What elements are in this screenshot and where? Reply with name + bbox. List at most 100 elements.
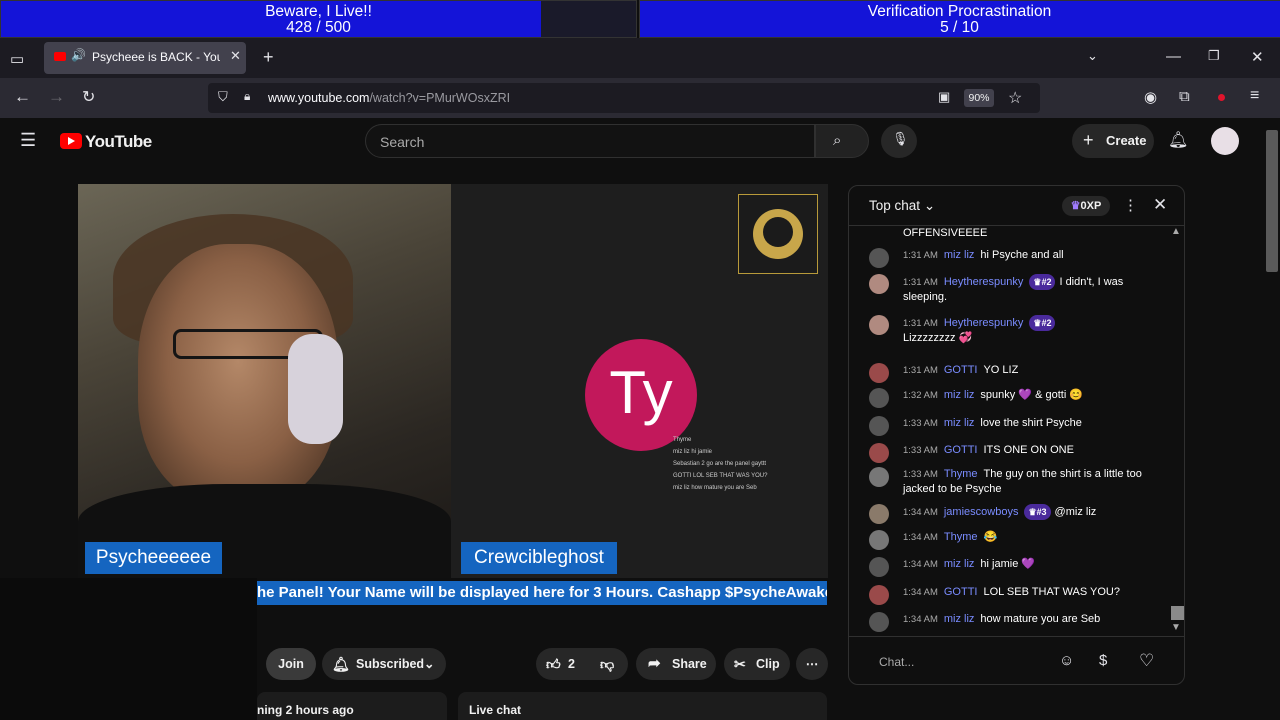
chevron-down-icon: ⌄ <box>424 657 435 671</box>
name-label-left: Psycheeeeee <box>85 542 222 574</box>
share-button[interactable]: ➦ Share <box>636 648 716 680</box>
avatar[interactable] <box>869 315 889 335</box>
avatar[interactable] <box>869 557 889 577</box>
ticker-banner: he Panel! Your Name will be displayed he… <box>257 581 827 605</box>
account-icon[interactable]: ◉ <box>1144 88 1157 106</box>
clip-button[interactable]: ✂ Clip <box>724 648 790 680</box>
url-path: /watch?v=PMurWOsxZRI <box>369 91 511 105</box>
name-label-right: Crewcibleghost <box>461 542 617 574</box>
headset <box>288 334 343 444</box>
tab-list-icon[interactable]: ⌄ <box>1087 48 1098 64</box>
url-bar[interactable]: ⛉ 🔒︎ www.youtube.com/watch?v=PMurWOsxZRI… <box>208 83 1040 113</box>
avatar[interactable] <box>869 416 889 436</box>
member-badge: ♛#3 <box>1024 504 1051 520</box>
speaker-icon[interactable]: 🔊 <box>71 48 86 62</box>
goal-bar-left: Beware, I Live!! 428 / 500 <box>0 0 637 38</box>
thumbs-up-icon: 👍︎ <box>546 656 561 672</box>
cat-logo-icon <box>738 194 818 274</box>
search-button[interactable]: ⌕ <box>815 124 869 158</box>
app-menu-icon[interactable]: ≡ <box>1250 87 1259 105</box>
new-tab-icon[interactable]: + <box>263 47 274 68</box>
extensions-icon[interactable]: ⧉ <box>1179 88 1190 105</box>
avatar[interactable] <box>869 363 889 383</box>
browser-tab[interactable]: 🔊 Psycheee is BACK - YouTube ✕ <box>44 42 246 74</box>
thumbs-down-icon[interactable]: 👎︎ <box>600 648 614 680</box>
browser-nav-bar: ← → ↻ ⛉ 🔒︎ www.youtube.com/watch?v=PMurW… <box>0 78 1280 118</box>
youtube-logo-text: YouTube <box>85 132 152 151</box>
bell-icon: 🔔︎ <box>332 656 350 672</box>
chat-message: 1:32 AM miz liz spunky 💜 & gotti 😊 <box>869 388 1159 408</box>
super-chat-icon[interactable]: $ <box>1099 652 1107 669</box>
image-icon[interactable]: ▣ <box>938 89 950 105</box>
like-button[interactable]: 👍︎ 2 👎︎ <box>536 648 628 680</box>
chat-scrollbar-thumb[interactable] <box>1171 606 1184 620</box>
tab-close-icon[interactable]: ✕ <box>230 48 241 64</box>
goal-bar-right: Verification Procrastination 5 / 10 <box>639 0 1280 38</box>
minimize-icon[interactable]: — <box>1166 48 1181 65</box>
chat-message: 1:33 AM GOTTI ITS ONE ON ONE <box>869 443 1159 463</box>
avatar[interactable] <box>869 388 889 408</box>
zoom-badge[interactable]: 90% <box>964 89 994 107</box>
youtube-favicon-icon <box>54 52 66 61</box>
plus-icon: + <box>1083 130 1094 150</box>
avatar[interactable] <box>869 274 889 294</box>
chat-scroll-up-icon[interactable]: ▲ <box>1171 226 1181 237</box>
page-scrollbar[interactable] <box>1264 118 1280 720</box>
streaming-info: ning 2 hours ago <box>257 692 447 720</box>
lock-icon[interactable]: 🔒︎ <box>244 89 250 104</box>
avatar[interactable] <box>869 443 889 463</box>
youtube-header: ☰ YouTube Search ⌕ 🎙︎ + Create 🔔︎ <box>0 118 1264 164</box>
emoji-icon[interactable]: ☺ <box>1059 652 1074 669</box>
chat-close-icon[interactable]: ✕ <box>1153 195 1167 215</box>
notifications-bell-icon[interactable]: 🔔︎ <box>1168 130 1188 150</box>
video-player[interactable]: Ty Thyme miz liz hi jamie Sebastian 2 go… <box>78 184 828 578</box>
forward-icon[interactable]: → <box>48 87 65 107</box>
chat-message: 1:31 AM Heytherespunky ♛#2 I didn't, I was … <box>869 274 1159 304</box>
join-button[interactable]: Join <box>266 648 316 680</box>
page-scrollbar-thumb[interactable] <box>1266 130 1278 272</box>
chat-message-list[interactable]: OFFENSIVEEEE 1:31 AM miz liz hi Psyche and… <box>849 226 1169 634</box>
create-button[interactable]: + Create <box>1072 124 1154 158</box>
avatar[interactable] <box>869 504 889 524</box>
chat-message: 1:34 AM jamiescowboys ♛#3 @miz liz <box>869 504 1159 524</box>
extension-red-icon[interactable] <box>1218 94 1225 101</box>
chat-message: 1:33 AM Thyme The guy on the shirt is a li… <box>869 467 1159 496</box>
bookmark-star-icon[interactable]: ☆ <box>1008 88 1022 108</box>
share-icon: ➦ <box>648 655 661 672</box>
search-input[interactable]: Search <box>365 124 815 158</box>
chat-menu-icon[interactable]: ⋮ <box>1123 196 1138 214</box>
avatar[interactable] <box>1211 127 1239 155</box>
subscribed-button[interactable]: 🔔︎ Subscribed ⌄ <box>322 648 446 680</box>
heart-icon[interactable]: ♡ <box>1139 651 1154 671</box>
chat-message: 1:34 AM Thyme 😂 <box>869 530 1159 550</box>
top-chat-dropdown[interactable]: Top chat ⌄ <box>869 198 935 214</box>
tab-overview-icon[interactable]: ▭ <box>10 50 24 68</box>
hamburger-menu-icon[interactable]: ☰ <box>20 130 36 151</box>
voice-search-button[interactable]: 🎙︎ <box>881 124 917 158</box>
window-close-icon[interactable]: ✕ <box>1251 48 1264 66</box>
restore-icon[interactable]: ❐ <box>1208 48 1220 64</box>
avatar[interactable] <box>869 248 889 268</box>
browser-tab-bar: ▭ 🔊 Psycheee is BACK - YouTube ✕ + ⌄ — ❐… <box>0 38 1280 78</box>
url-text[interactable]: www.youtube.com/watch?v=PMurWOsxZRI <box>268 91 510 105</box>
chat-footer: Chat... ☺ $ ♡ <box>849 636 1184 684</box>
chat-message: 1:33 AM miz liz love the shirt Psyche <box>869 416 1159 436</box>
chat-scroll-down-icon[interactable]: ▼ <box>1171 622 1181 633</box>
back-icon[interactable]: ← <box>14 87 31 107</box>
url-host: www.youtube.com <box>268 91 370 105</box>
live-chat-replay-tab[interactable]: Live chat <box>458 692 827 720</box>
member-badge: ♛#2 <box>1029 315 1056 331</box>
avatar[interactable] <box>869 530 889 550</box>
chat-message: 1:31 AM Heytherespunky ♛#2 Lizzzzzzzz 💞 <box>869 315 1159 345</box>
avatar[interactable] <box>869 467 889 487</box>
avatar[interactable] <box>869 585 889 605</box>
live-chat-panel: Top chat ⌄ ♛0XP ⋮ ✕ OFFENSIVEEEE 1:31 AM… <box>848 185 1185 685</box>
chat-message: 1:31 AM miz liz hi Psyche and all <box>869 248 1159 268</box>
shield-icon[interactable]: ⛉ <box>218 89 228 105</box>
xp-badge[interactable]: ♛0XP <box>1062 196 1110 216</box>
avatar[interactable] <box>869 612 889 632</box>
chat-message: 1:31 AM GOTTI YO LIZ <box>869 363 1159 383</box>
reload-icon[interactable]: ↻ <box>82 87 95 107</box>
more-actions-button[interactable]: ⋯ <box>796 648 828 680</box>
youtube-play-icon <box>60 133 82 149</box>
